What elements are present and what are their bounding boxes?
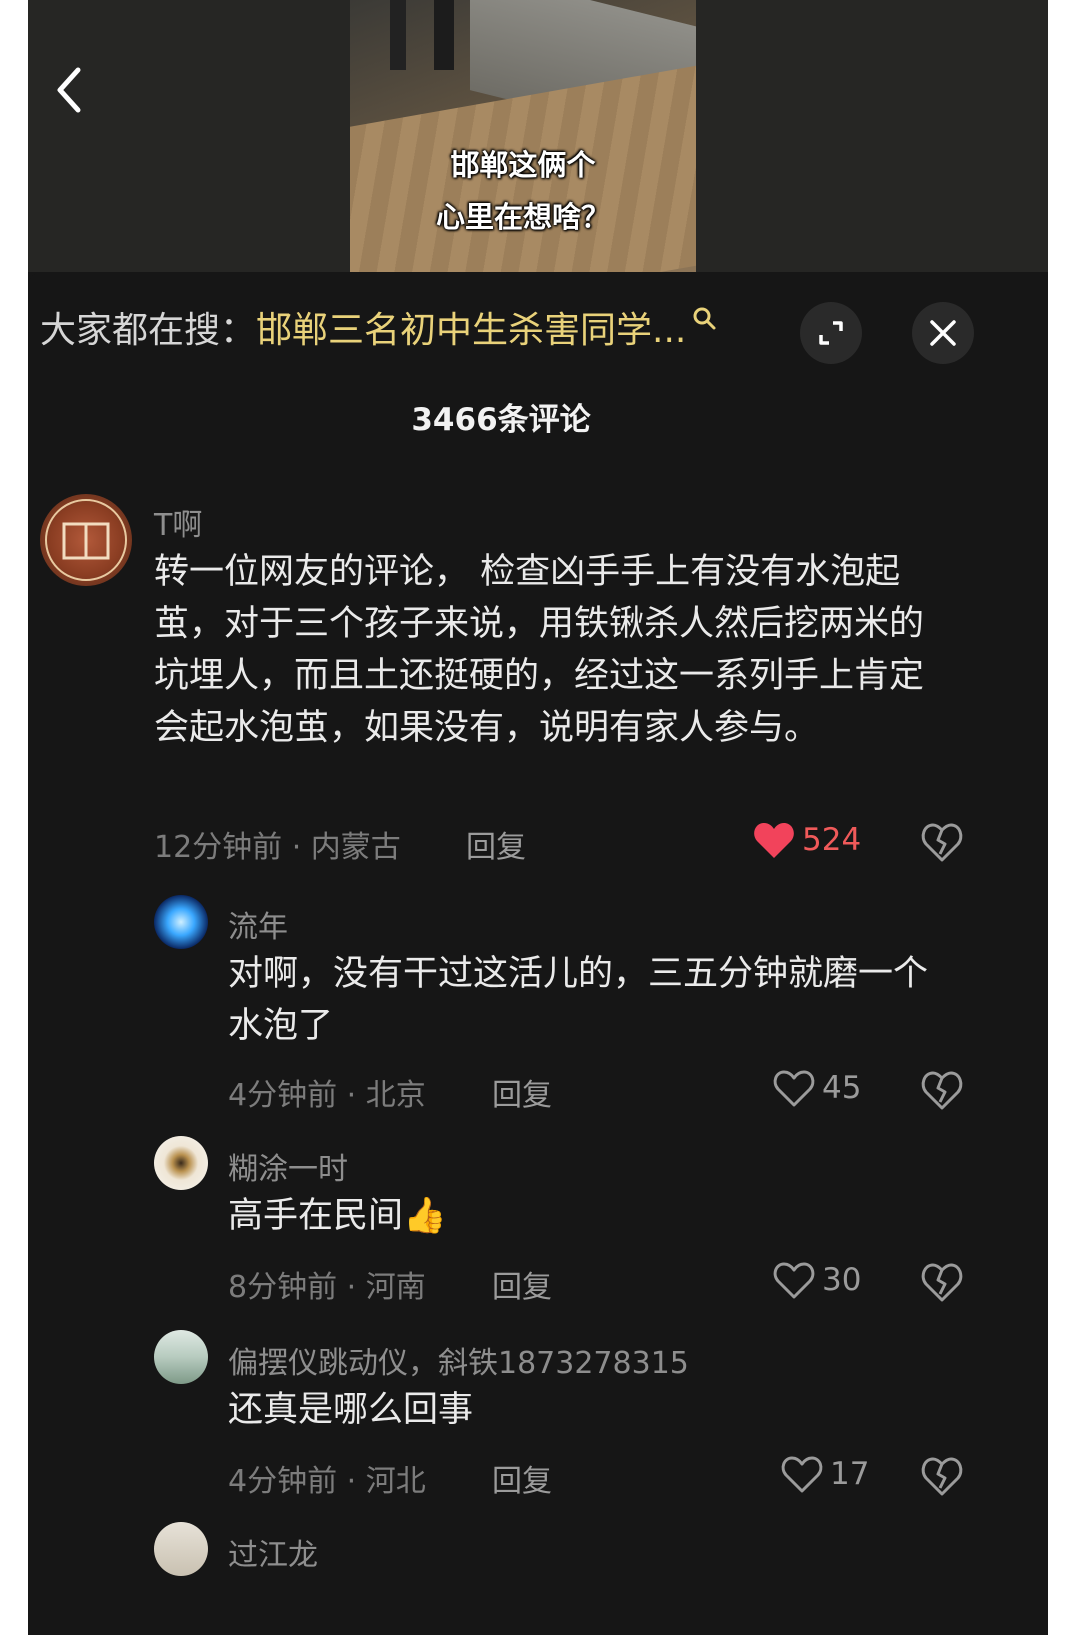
broken-heart-icon[interactable] — [920, 820, 964, 864]
expand-button[interactable] — [800, 302, 862, 364]
close-button[interactable] — [912, 302, 974, 364]
chevron-left-icon[interactable] — [48, 60, 88, 120]
comment-sheet: 大家都在搜： 邯郸三名初中生杀害同学... 3466条评论 T啊 转一位网友的评… — [28, 272, 1048, 1635]
close-icon — [930, 320, 956, 346]
avatar[interactable] — [40, 494, 132, 586]
video-caption-line-2: 心里在想啥？ — [435, 200, 610, 234]
like-button[interactable]: 524 — [752, 820, 861, 860]
comment-username[interactable]: 过江龙 — [228, 1530, 318, 1574]
comment-text: 高手在民间👍 — [228, 1196, 447, 1236]
video-frame: 邯郸这俩个 心里在想啥？ — [350, 0, 696, 272]
trending-search-prefix: 大家都在搜： — [40, 310, 257, 351]
heart-icon — [773, 1070, 815, 1107]
comment-text: 转一位网友的评论， 检查凶手手上有没有水泡起茧，对于三个孩子来说，用铁锹杀人然后… — [154, 552, 925, 748]
comment-screen: 邯郸这俩个 心里在想啥？ 大家都在搜： 邯郸三名初中生杀害同学... 3466条… — [28, 0, 1048, 1635]
avatar[interactable] — [154, 895, 208, 949]
comment-text: 还真是哪么回事 — [228, 1390, 474, 1430]
comment-meta: 4分钟前 · 北京 — [228, 1078, 426, 1113]
broken-heart-icon[interactable] — [920, 1260, 964, 1304]
comment-username[interactable]: T啊 — [154, 500, 202, 544]
like-count: 524 — [802, 822, 862, 858]
trending-search-bar[interactable]: 大家都在搜： 邯郸三名初中生杀害同学... — [40, 302, 718, 352]
trending-search-query[interactable]: 邯郸三名初中生杀害同学... — [256, 301, 686, 353]
like-count: 17 — [830, 1456, 870, 1492]
reply-button[interactable]: 回复 — [466, 822, 526, 866]
comment-meta: 8分钟前 · 河南 — [228, 1270, 426, 1305]
like-button[interactable]: 30 — [772, 1260, 861, 1300]
heart-icon — [781, 1456, 823, 1493]
comment-text: 对啊，没有干过这活儿的，三五分钟就磨一个水泡了 — [228, 954, 929, 1046]
avatar[interactable] — [154, 1136, 208, 1190]
like-count: 30 — [822, 1262, 862, 1298]
comment-meta: 12分钟前 · 内蒙古 — [154, 830, 401, 865]
comment-count-title: 3466条评论 — [411, 402, 591, 438]
search-icon[interactable] — [692, 306, 718, 332]
avatar[interactable] — [154, 1330, 208, 1384]
like-button[interactable]: 17 — [780, 1454, 869, 1494]
avatar[interactable] — [154, 1522, 208, 1576]
like-count: 45 — [822, 1070, 862, 1106]
video-caption-line-1: 邯郸这俩个 — [450, 148, 596, 182]
broken-heart-icon[interactable] — [920, 1068, 964, 1112]
reply-button[interactable]: 回复 — [492, 1070, 552, 1114]
video-player[interactable]: 邯郸这俩个 心里在想啥？ — [28, 0, 1048, 272]
expand-icon — [819, 321, 843, 345]
avatar-seal-icon — [45, 499, 127, 581]
broken-heart-icon[interactable] — [920, 1454, 964, 1498]
like-button[interactable]: 45 — [772, 1068, 861, 1108]
heart-icon — [754, 823, 794, 858]
comment-username[interactable]: 流年 — [228, 902, 288, 946]
reply-button[interactable]: 回复 — [492, 1456, 552, 1500]
reply-button[interactable]: 回复 — [492, 1262, 552, 1306]
comment-meta: 4分钟前 · 河北 — [228, 1464, 426, 1499]
comment-username[interactable]: 偏摆仪跳动仪，斜铁1873278315 — [228, 1338, 689, 1382]
heart-icon — [773, 1262, 815, 1299]
comment-username[interactable]: 糊涂一时 — [228, 1144, 348, 1188]
